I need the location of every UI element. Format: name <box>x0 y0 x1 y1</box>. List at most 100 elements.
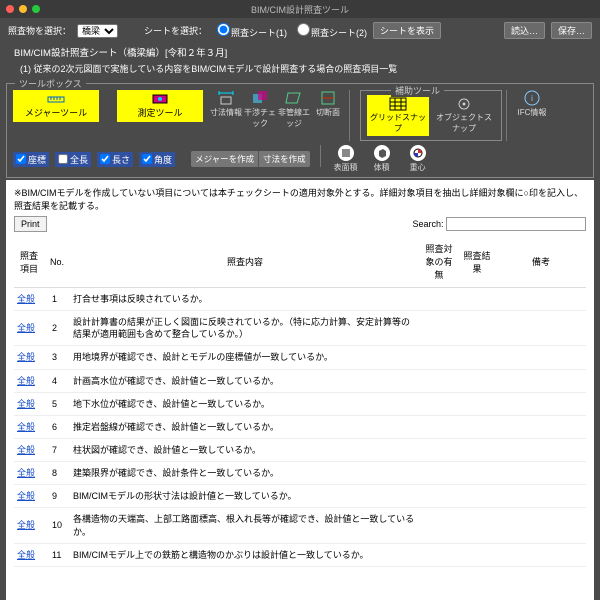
cell-note[interactable] <box>496 438 586 461</box>
cell-target[interactable] <box>420 369 458 392</box>
chk-angle[interactable]: 角度 <box>139 152 175 167</box>
ruler-icon <box>47 93 65 105</box>
cell-result[interactable] <box>458 311 496 346</box>
sheet-radio-2[interactable]: 照査シート(2) <box>293 23 367 39</box>
load-button[interactable]: 読込… <box>504 22 545 39</box>
chk-coord[interactable]: 座標 <box>13 152 49 167</box>
grid-snap-tool[interactable]: グリッドスナップ <box>367 95 429 136</box>
create-measure-button[interactable]: メジャーを作成 <box>191 151 259 167</box>
cell-category[interactable]: 全般 <box>14 508 44 543</box>
cell-target[interactable] <box>420 311 458 346</box>
table-row: 全般5地下水位が確認でき、設計値と一致しているか。 <box>14 392 586 415</box>
cell-target[interactable] <box>420 485 458 508</box>
chk-total-length[interactable]: 全長 <box>55 152 91 167</box>
cell-result[interactable] <box>458 543 496 566</box>
chk-length[interactable]: 長さ <box>97 152 133 167</box>
target-select[interactable]: 橋梁 <box>77 24 118 38</box>
measure2-tool-button[interactable]: 測定ツール <box>117 90 203 122</box>
cell-content: 地下水位が確認でき、設計値と一致しているか。 <box>70 392 420 415</box>
object-snap-tool[interactable]: オブジェクトスナップ <box>433 97 495 134</box>
cell-category[interactable]: 全般 <box>14 392 44 415</box>
cell-result[interactable] <box>458 288 496 311</box>
cell-note[interactable] <box>496 485 586 508</box>
cell-content: 打合せ事項は反映されているか。 <box>70 288 420 311</box>
titlebar: BIM/CIM設計照査ツール <box>0 0 600 18</box>
cell-category[interactable]: 全般 <box>14 462 44 485</box>
cell-result[interactable] <box>458 392 496 415</box>
cell-target[interactable] <box>420 392 458 415</box>
cell-category[interactable]: 全般 <box>14 369 44 392</box>
measure-tool-button[interactable]: メジャーツール <box>13 90 99 122</box>
cell-no: 9 <box>44 485 70 508</box>
cell-note[interactable] <box>496 415 586 438</box>
cell-note[interactable] <box>496 508 586 543</box>
centroid-tool[interactable]: 重心 <box>403 145 433 173</box>
cell-target[interactable] <box>420 543 458 566</box>
print-button[interactable]: Print <box>14 216 47 232</box>
th-result[interactable]: 照査結果 <box>458 236 496 288</box>
svg-text:i: i <box>531 94 533 103</box>
table-row: 全般3用地境界が確認でき、設計とモデルの座標値が一致しているか。 <box>14 346 586 369</box>
cell-result[interactable] <box>458 462 496 485</box>
gauge-icon <box>151 93 169 105</box>
cell-target[interactable] <box>420 462 458 485</box>
cell-target[interactable] <box>420 438 458 461</box>
volume-icon <box>374 145 390 161</box>
toolbox: ツールボックス メジャーツール 測定ツール 寸法情報 干渉チェック 非管線エッジ… <box>6 83 594 178</box>
cell-result[interactable] <box>458 485 496 508</box>
cell-category[interactable]: 全般 <box>14 346 44 369</box>
cell-category[interactable]: 全般 <box>14 311 44 346</box>
centroid-icon <box>410 145 426 161</box>
section-tool[interactable]: 切断面 <box>311 90 345 118</box>
cell-category[interactable]: 全般 <box>14 415 44 438</box>
surface-area-tool[interactable]: 表面積 <box>331 145 361 173</box>
ifc-info-tool[interactable]: i IFC情報 <box>515 90 549 118</box>
cell-note[interactable] <box>496 346 586 369</box>
cell-result[interactable] <box>458 438 496 461</box>
clash-check-tool[interactable]: 干渉チェック <box>243 90 277 129</box>
save-button[interactable]: 保存… <box>551 22 592 39</box>
cell-no: 6 <box>44 415 70 438</box>
objsnap-icon <box>455 97 473 111</box>
search-input[interactable] <box>446 217 586 231</box>
cell-note[interactable] <box>496 462 586 485</box>
create-dimension-button[interactable]: 寸法を作成 <box>259 151 310 167</box>
sheet-radio-1[interactable]: 照査シート(1) <box>213 23 287 39</box>
cell-category[interactable]: 全般 <box>14 438 44 461</box>
create-buttons: メジャーを作成 寸法を作成 <box>191 151 310 167</box>
cell-note[interactable] <box>496 288 586 311</box>
cell-no: 7 <box>44 438 70 461</box>
cell-result[interactable] <box>458 508 496 543</box>
show-sheet-button[interactable]: シートを表示 <box>373 22 441 39</box>
cell-target[interactable] <box>420 508 458 543</box>
target-label: 照査物を選択： <box>8 24 71 37</box>
toolbar-primary: 照査物を選択： 橋梁 シートを選択： 照査シート(1) 照査シート(2) シート… <box>0 18 600 43</box>
cell-category[interactable]: 全般 <box>14 485 44 508</box>
dimension-info-tool[interactable]: 寸法情報 <box>209 90 243 118</box>
sheet-title: BIM/CIM設計照査シート（橋梁編）[令和２年３月] <box>0 43 600 61</box>
cell-category[interactable]: 全般 <box>14 288 44 311</box>
cell-target[interactable] <box>420 346 458 369</box>
surface-icon <box>338 145 354 161</box>
th-no[interactable]: No. <box>44 236 70 288</box>
cell-target[interactable] <box>420 415 458 438</box>
cell-note[interactable] <box>496 311 586 346</box>
th-item[interactable]: 照査項目 <box>14 236 44 288</box>
cell-content: 各構造物の天端高、上部工路面標高、根入れ長等が確認でき、設計値と一致しているか。 <box>70 508 420 543</box>
edge-icon <box>285 90 303 106</box>
cell-note[interactable] <box>496 392 586 415</box>
th-target[interactable]: 照査対象の有無 <box>420 236 458 288</box>
edge-tool[interactable]: 非管線エッジ <box>277 90 311 129</box>
cell-result[interactable] <box>458 415 496 438</box>
cell-result[interactable] <box>458 346 496 369</box>
table-row: 全般1打合せ事項は反映されているか。 <box>14 288 586 311</box>
cell-note[interactable] <box>496 543 586 566</box>
cell-result[interactable] <box>458 369 496 392</box>
cell-category[interactable]: 全般 <box>14 543 44 566</box>
volume-tool[interactable]: 体積 <box>367 145 397 173</box>
cell-content: 計画高水位が確認でき、設計値と一致しているか。 <box>70 369 420 392</box>
cell-note[interactable] <box>496 369 586 392</box>
th-content[interactable]: 照査内容 <box>70 236 420 288</box>
cell-target[interactable] <box>420 288 458 311</box>
th-note[interactable]: 備考 <box>496 236 586 288</box>
